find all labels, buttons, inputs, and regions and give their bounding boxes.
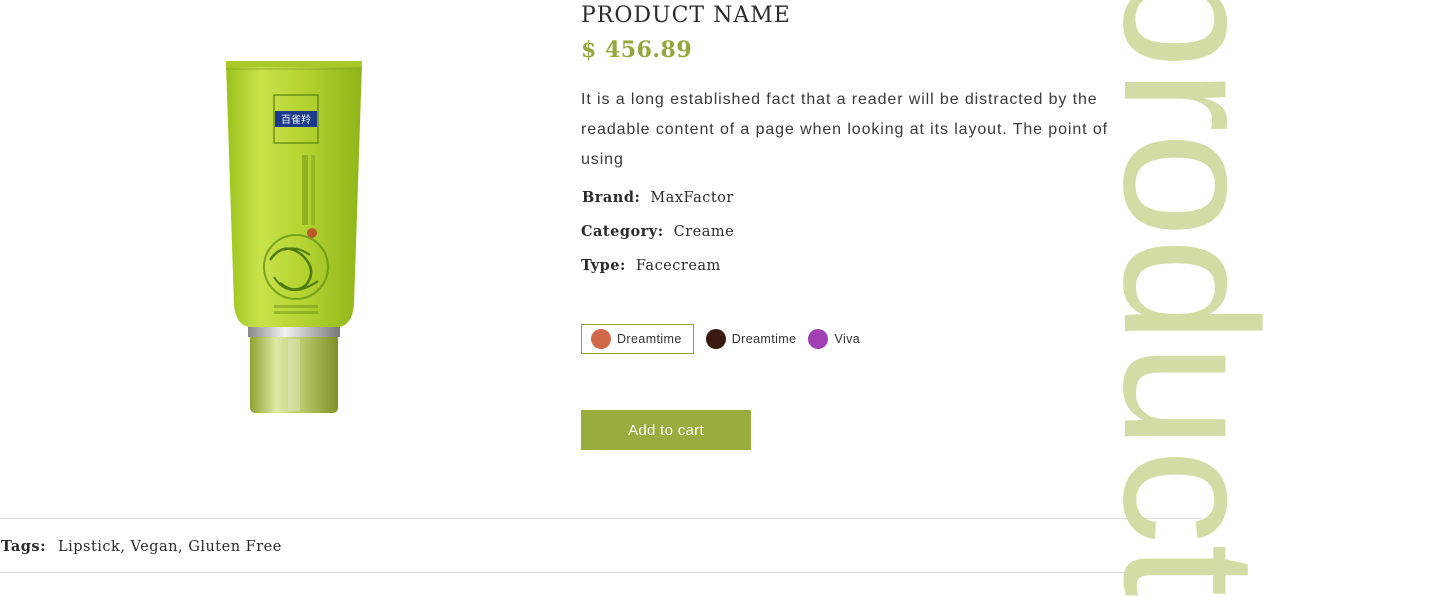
product-image: 百雀羚 — [214, 55, 374, 420]
tags-row: Tags: Lipstick, Vegan, Gluten Free — [1, 538, 282, 555]
add-to-cart-button[interactable]: Add to cart — [581, 410, 751, 450]
product-price: $ 456.89 — [581, 37, 693, 63]
type-label: Type: — [581, 257, 626, 274]
category-label: Category: — [581, 223, 664, 240]
tags-value: Lipstick, Vegan, Gluten Free — [57, 539, 282, 555]
product-description: It is a long established fact that a rea… — [581, 91, 1108, 168]
color-dot-icon — [591, 329, 611, 349]
type-row: Type: Facecream — [581, 257, 721, 274]
tags-label: Tags: — [1, 538, 46, 555]
product-tube-image: 百雀羚 — [226, 61, 362, 413]
product-name: PRODUCT NAME — [581, 3, 791, 28]
watermark-text: product — [1084, 0, 1296, 597]
brand-row: Brand: MaxFactor — [582, 189, 734, 206]
swatch-viva-purple[interactable]: Viva — [808, 329, 860, 349]
type-value: Facecream — [635, 258, 721, 274]
color-dot-icon — [705, 329, 726, 349]
brand-value: MaxFactor — [650, 190, 734, 206]
color-dot-icon — [808, 329, 829, 349]
swatch-label: Viva — [834, 332, 861, 346]
swatch-label: Dreamtime — [731, 332, 797, 346]
svg-text:百雀羚: 百雀羚 — [281, 113, 311, 126]
brand-label: Brand: — [582, 189, 641, 206]
swatch-dreamtime-orange[interactable]: Dreamtime — [581, 324, 694, 354]
color-swatches: Dreamtime Dreamtime Viva — [581, 324, 860, 354]
swatch-label: Dreamtime — [617, 332, 682, 346]
swatch-dreamtime-brown[interactable]: Dreamtime — [705, 329, 797, 349]
category-value: Creame — [673, 224, 735, 240]
divider-top — [0, 518, 1202, 519]
category-row: Category: Creame — [581, 223, 734, 240]
